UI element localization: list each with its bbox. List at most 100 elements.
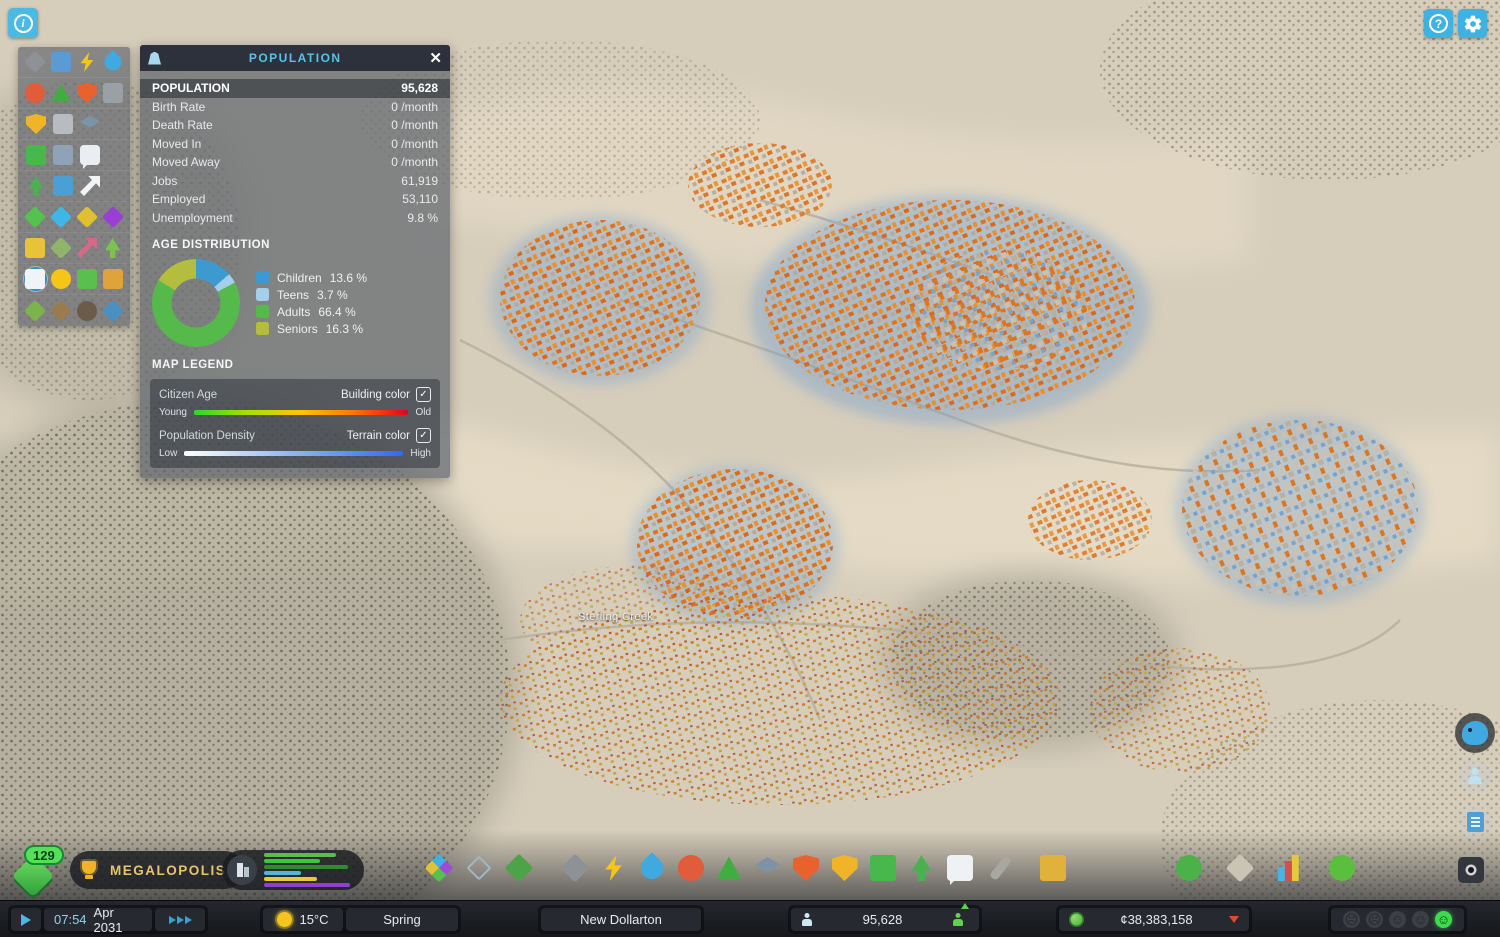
play-button[interactable] — [11, 908, 41, 931]
speed-icon — [168, 915, 192, 924]
tool-bulldozer[interactable] — [1038, 853, 1068, 883]
demand-office — [264, 883, 350, 887]
infoview-happiness[interactable] — [50, 267, 73, 291]
tool-zones[interactable] — [424, 853, 454, 883]
tool-fire-rescue[interactable] — [791, 853, 821, 883]
old-label: Old — [415, 407, 431, 418]
infoview-communications[interactable] — [78, 143, 102, 167]
tool-statistics[interactable] — [1276, 853, 1306, 883]
tool-healthcare[interactable] — [676, 853, 706, 883]
happiness-content[interactable]: ☺ — [1412, 911, 1429, 928]
weather-group: 15°C Spring — [260, 905, 461, 934]
infoview-water-pollution[interactable] — [101, 299, 124, 323]
population-display[interactable]: 95,628 — [791, 903, 979, 931]
info-icon: i — [13, 13, 33, 33]
infoview-police[interactable] — [24, 112, 48, 136]
infoview-electricity-grid[interactable] — [50, 50, 73, 74]
tool-communications[interactable] — [945, 853, 975, 883]
terrain-color-checkbox[interactable]: ✓ — [416, 428, 431, 443]
population-panel-icon — [148, 51, 161, 65]
infoview-buildings[interactable] — [51, 174, 75, 198]
tool-areas[interactable] — [464, 853, 494, 883]
season-display[interactable]: Spring — [346, 908, 458, 931]
speed-control[interactable] — [155, 908, 205, 931]
infoview-education[interactable] — [78, 112, 102, 136]
infoview-roads[interactable] — [24, 50, 47, 74]
photo-mode-button[interactable] — [1456, 855, 1486, 885]
infoview-parks[interactable] — [24, 174, 48, 198]
infoview-water[interactable] — [100, 49, 125, 75]
happiness-group: ☹ ☹ ☺ ☺ ☺ — [1328, 905, 1467, 934]
money-value: ¢38,383,158 — [1120, 912, 1193, 927]
infoview-residential-zones[interactable] — [24, 205, 47, 229]
map-legend-title: MAP LEGEND — [152, 359, 234, 371]
tool-infoviews-map[interactable] — [1225, 853, 1255, 883]
infoview-land-use[interactable] — [50, 236, 73, 260]
settings-button[interactable] — [1458, 9, 1487, 38]
tool-education[interactable] — [753, 853, 783, 883]
temperature-display[interactable]: 15°C — [263, 908, 343, 931]
demand-industrial — [264, 877, 318, 881]
happiness-sad[interactable]: ☹ — [1366, 911, 1383, 928]
infoview-terrain[interactable] — [24, 299, 47, 323]
infoviews-panel — [18, 47, 130, 326]
infoview-industrial-zones[interactable] — [75, 205, 99, 229]
money-group: ¢38,383,158 — [1056, 905, 1252, 934]
tool-parks[interactable] — [907, 853, 937, 883]
tool-economy[interactable] — [1174, 853, 1204, 883]
infoview-garbage[interactable] — [50, 81, 73, 105]
infoview-routes[interactable] — [78, 174, 102, 198]
happiness-neutral[interactable]: ☺ — [1389, 911, 1406, 928]
tool-transportation[interactable] — [868, 853, 898, 883]
infoview-healthcare[interactable] — [24, 81, 47, 105]
journal-button[interactable] — [1458, 805, 1492, 839]
tool-garbage[interactable] — [714, 853, 744, 883]
infoview-ground-pollution[interactable] — [50, 299, 73, 323]
age-distribution-title: AGE DISTRIBUTION — [152, 239, 270, 251]
infoview-commercial-zones[interactable] — [50, 205, 73, 229]
tool-roads[interactable] — [560, 853, 590, 883]
notes-icon — [1466, 812, 1484, 832]
stat-row: Employed 53,110 — [152, 192, 438, 206]
infoview-administration[interactable] — [51, 112, 75, 136]
age-legend-item: Seniors 16.3 % — [256, 322, 367, 336]
population-panel-body: POPULATION 95,628 Birth Rate 0 /month De… — [140, 71, 450, 478]
age-legend: Children 13.6 % Teens 3.7 % Adults 66.4 … — [256, 271, 367, 336]
population-icon — [801, 913, 812, 926]
tool-water[interactable] — [636, 852, 668, 884]
population-density-label: Population Density — [159, 429, 255, 442]
tool-landscaping[interactable] — [504, 853, 534, 883]
happiness-very-sad[interactable]: ☹ — [1343, 911, 1360, 928]
xp-widget[interactable]: 129 — [11, 845, 64, 898]
close-icon[interactable]: ✕ — [429, 51, 442, 66]
infoview-maintenance[interactable] — [101, 81, 124, 105]
infoview-fire-rescue[interactable] — [76, 81, 99, 105]
milestone-pill[interactable]: MEGALOPOLIS — [70, 851, 245, 889]
infoview-housing[interactable] — [101, 267, 124, 291]
infoview-statistics[interactable] — [76, 236, 99, 260]
infoview-noise-pollution[interactable] — [76, 299, 99, 323]
infoview-natural-resources[interactable] — [101, 236, 124, 260]
tool-terraforming-shovel[interactable] — [985, 853, 1015, 883]
infoview-population-selected[interactable] — [24, 267, 47, 291]
infoview-land-value[interactable] — [24, 236, 47, 260]
infoview-traffic[interactable] — [76, 267, 99, 291]
chirper-button[interactable] — [1455, 713, 1495, 753]
citizen-panel-button[interactable] — [1459, 760, 1491, 792]
building-color-checkbox[interactable]: ✓ — [416, 387, 431, 402]
city-name-display[interactable]: New Dollarton — [541, 908, 701, 931]
tool-electricity[interactable] — [599, 853, 629, 883]
infoview-office-zones[interactable] — [101, 205, 124, 229]
help-button[interactable]: ? — [1424, 9, 1453, 38]
infoviews-button[interactable]: i — [8, 8, 38, 38]
zoning-demand-widget[interactable] — [222, 850, 364, 890]
happiness-happy[interactable]: ☺ — [1435, 911, 1452, 928]
infoview-postal[interactable] — [51, 143, 75, 167]
money-display[interactable]: ¢38,383,158 — [1059, 908, 1249, 931]
tool-progression[interactable] — [1327, 853, 1357, 883]
demand-commercial — [264, 871, 301, 875]
district-label: Sterling Creek — [578, 611, 654, 623]
infoview-electricity[interactable] — [76, 50, 99, 74]
tool-police[interactable] — [830, 853, 860, 883]
infoview-transportation[interactable] — [24, 143, 48, 167]
